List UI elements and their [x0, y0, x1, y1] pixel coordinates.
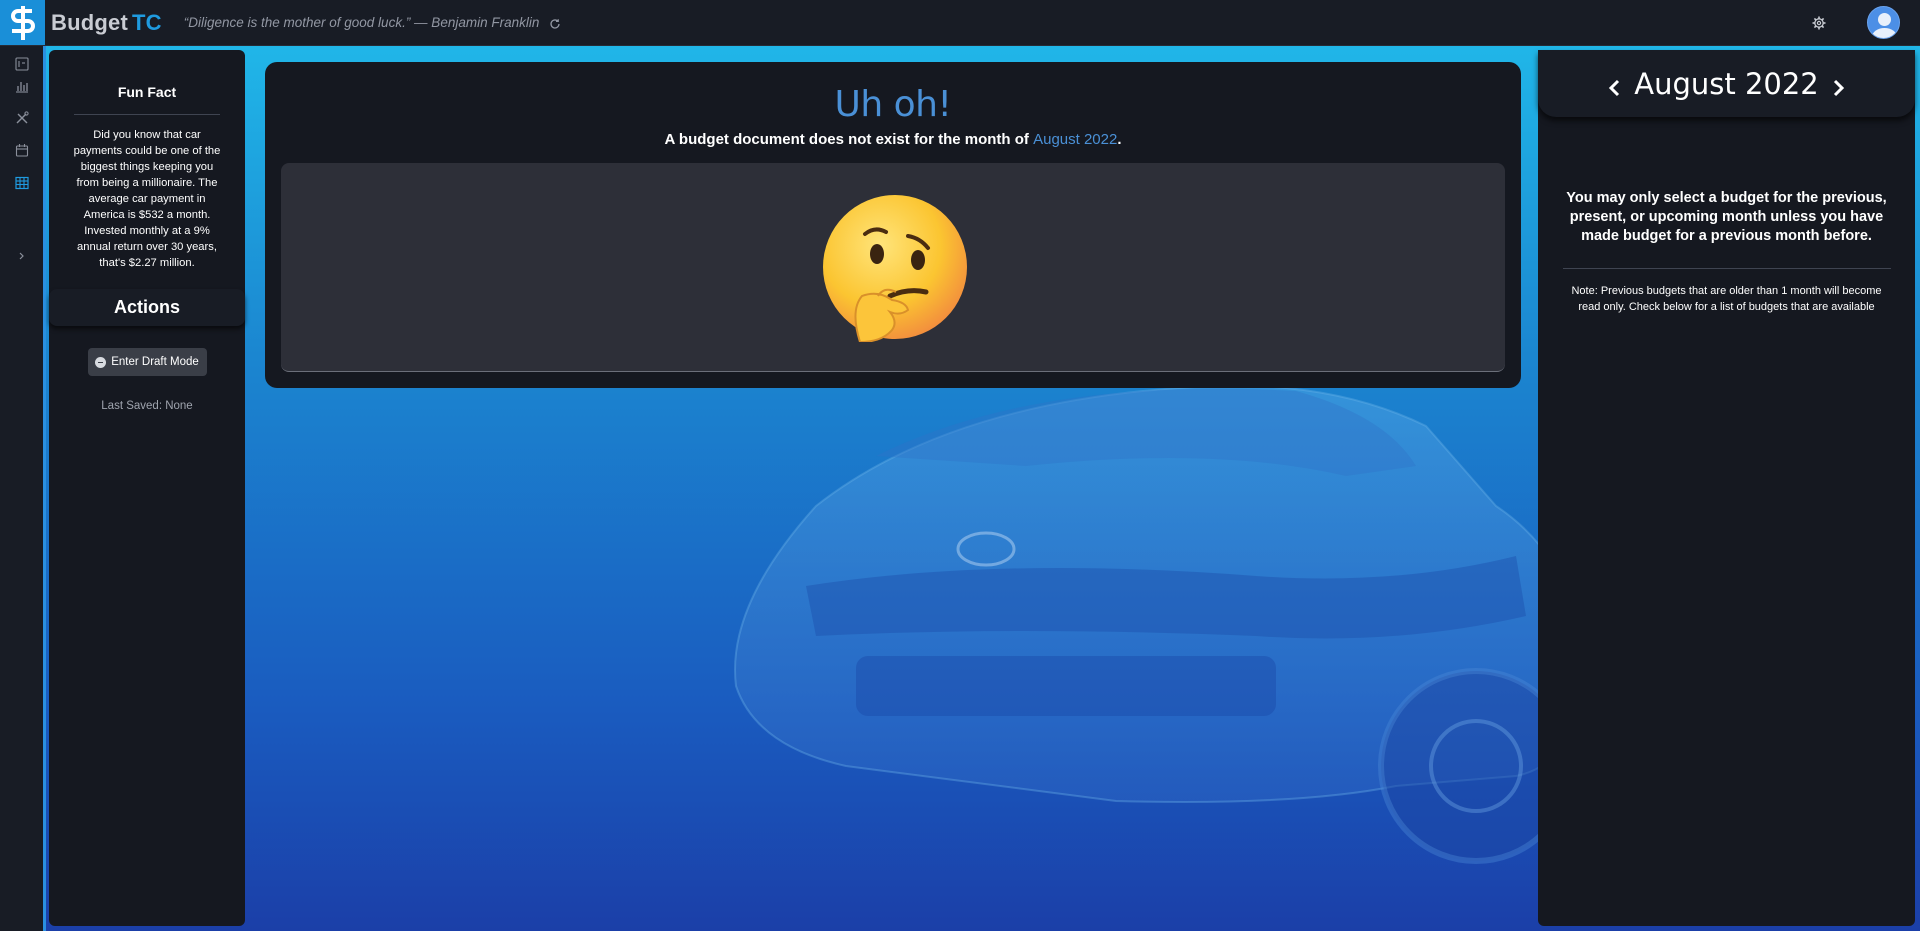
- dollar-logo-icon: [10, 5, 35, 40]
- missing-budget-message: A budget document does not exist for the…: [265, 131, 1521, 148]
- divider: [74, 114, 220, 115]
- minus-circle-icon: [95, 356, 107, 368]
- tools-icon[interactable]: [15, 111, 29, 125]
- daily-quote: “Diligence is the mother of good luck.” …: [183, 15, 540, 30]
- user-avatar[interactable]: [1867, 6, 1900, 39]
- fun-fact-text: Did you know that car payments could be …: [73, 129, 221, 269]
- message-prefix: A budget document does not exist for the…: [664, 131, 1034, 148]
- avatar-head: [1878, 13, 1891, 26]
- gear-icon[interactable]: [1811, 15, 1827, 31]
- last-saved-status: Last Saved: None: [101, 400, 193, 412]
- divider: [1562, 268, 1891, 269]
- car-background-illustration: [734, 386, 1577, 864]
- message-suffix: .: [1117, 131, 1122, 148]
- next-month-chevron-icon[interactable]: [1827, 73, 1849, 96]
- brand-name: Budget TC: [51, 10, 162, 36]
- read-only-note: Note: Previous budgets that are older th…: [1571, 285, 1882, 313]
- top-right-controls: [1811, 6, 1920, 39]
- message-month: August 2022: [1033, 131, 1118, 148]
- calendar-icon[interactable]: [15, 143, 29, 157]
- expand-chevron-icon[interactable]: [15, 249, 29, 263]
- emoji-container: [281, 163, 1505, 372]
- bar-chart-icon[interactable]: [15, 79, 29, 93]
- brand-prefix: Budget: [51, 9, 128, 35]
- dashboard-icon[interactable]: [15, 57, 29, 71]
- refresh-icon[interactable]: [549, 17, 561, 29]
- table-icon[interactable]: [15, 176, 29, 190]
- right-panel: August 2022 You may only select a budget…: [1538, 50, 1915, 926]
- thinking-face-icon: [823, 195, 967, 342]
- month-selection-message: You may only select a budget for the pre…: [1566, 190, 1887, 244]
- enter-draft-mode-button[interactable]: Enter Draft Mode: [87, 348, 207, 376]
- previous-month-chevron-icon[interactable]: [1604, 73, 1626, 96]
- left-panel: Fun Fact Did you know that car payments …: [49, 50, 245, 926]
- avatar-body: [1872, 28, 1897, 38]
- actions-header: Actions: [49, 289, 245, 326]
- month-selector: August 2022: [1538, 50, 1915, 117]
- draft-button-label: Enter Draft Mode: [111, 356, 199, 368]
- top-bar: Budget TC “Diligence is the mother of goo…: [0, 0, 1920, 46]
- current-month-label: August 2022: [1634, 66, 1819, 101]
- missing-budget-card: Uh oh! A budget document does not exist …: [265, 62, 1521, 388]
- logo[interactable]: [0, 0, 45, 45]
- brand-suffix: TC: [131, 9, 162, 35]
- fun-fact-title: Fun Fact: [117, 84, 177, 100]
- nav-rail: [0, 46, 43, 931]
- page-title: Uh oh!: [834, 84, 952, 125]
